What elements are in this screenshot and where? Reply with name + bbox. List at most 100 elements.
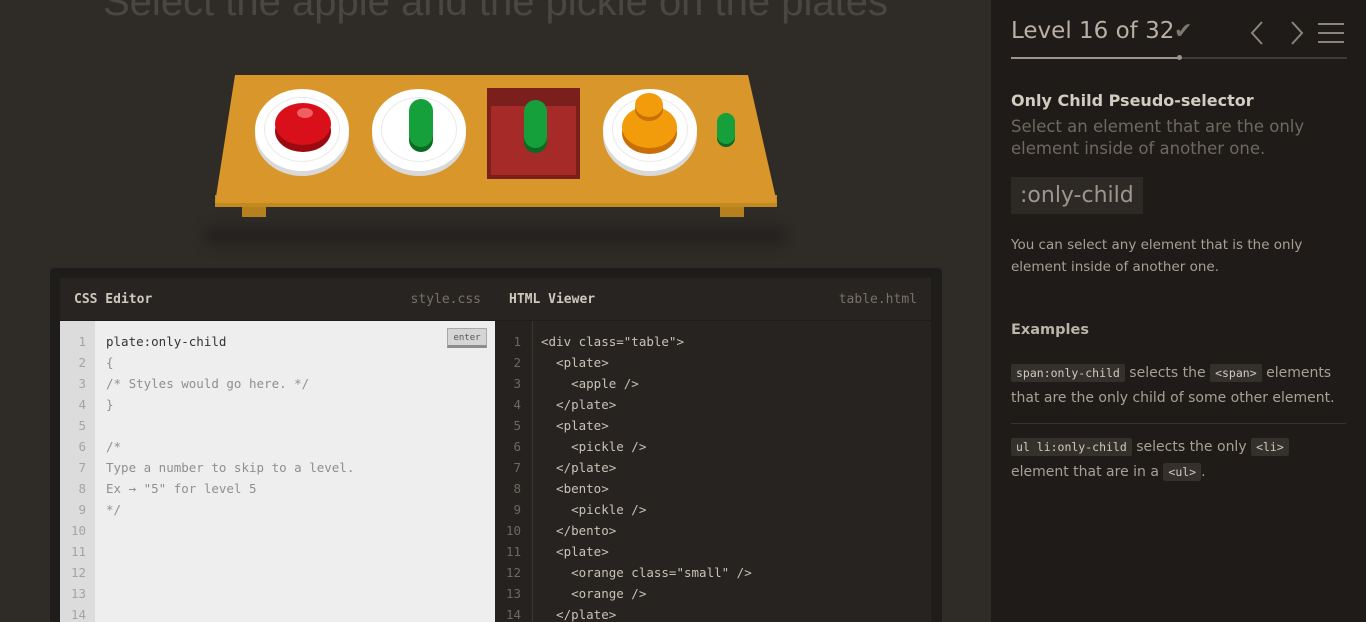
code-line: 6 <pickle /> [495, 436, 931, 457]
line-number: 13 [505, 586, 521, 601]
line-number: 9 [513, 502, 521, 517]
level-progress-track [1011, 55, 1347, 60]
code-line: 9 */ [60, 499, 495, 520]
code-line: 3 /* Styles would go here. */ [60, 373, 495, 394]
code-text: */ [106, 502, 122, 517]
code-text: <plate> [541, 355, 609, 370]
line-number: 4 [513, 397, 521, 412]
line-number: 6 [78, 439, 86, 454]
bento[interactable] [487, 88, 580, 179]
next-level-icon[interactable] [1282, 19, 1310, 47]
plate-1[interactable] [255, 89, 349, 171]
selector-description: You can select any element that is the o… [1011, 237, 1303, 275]
line-number: 14 [70, 607, 86, 622]
line-number: 4 [78, 397, 86, 412]
line-number: 2 [513, 355, 521, 370]
example-code: span:only-child [1011, 364, 1125, 382]
code-line: 3 <apple /> [495, 373, 931, 394]
code-line: 7 Type a number to skip to a level. [60, 457, 495, 478]
code-line: 2 <plate> [495, 352, 931, 373]
example-tag: <ul> [1163, 463, 1202, 481]
apple-shine [297, 108, 313, 118]
html-viewer: HTML Viewer table.html 1 <div class="tabl… [495, 278, 931, 622]
code-text: { [106, 355, 114, 370]
code-text: Type a number to skip to a level. [106, 460, 355, 475]
check-icon: ✔ [1174, 19, 1193, 44]
code-line: 6 /* [60, 436, 495, 457]
line-number: 1 [78, 334, 86, 349]
code-line: 8 <bento> [495, 478, 931, 499]
code-line: 8 Ex → "5" for level 5 [60, 478, 495, 499]
level-sidebar: Level 16 of 32 ✔ Only Child Pseudo-selec… [991, 0, 1366, 622]
line-number: 10 [70, 523, 86, 538]
code-text: </plate> [541, 607, 617, 622]
code-line: 5 [60, 415, 495, 436]
code-text: <apple /> [541, 376, 639, 391]
code-line: 4} [60, 394, 495, 415]
selector-title: Select an element that are the only elem… [1011, 117, 1305, 158]
examples-heading: Examples [1011, 322, 1089, 338]
examples-divider [1011, 423, 1346, 424]
code-text: </bento> [541, 523, 617, 538]
html-viewer-title: HTML Viewer [509, 292, 596, 307]
code-line: 9 <pickle /> [495, 499, 931, 520]
apple[interactable] [275, 103, 331, 145]
code-text: <plate> [541, 418, 609, 433]
code-line: 12 [60, 562, 495, 583]
plate-3[interactable] [603, 89, 697, 171]
code-text: </plate> [541, 397, 617, 412]
code-line: 11 [60, 541, 495, 562]
pickle[interactable] [409, 99, 433, 147]
plate-2[interactable] [372, 89, 466, 171]
code-line: 11 <plate> [495, 541, 931, 562]
pickle[interactable] [524, 100, 547, 148]
line-number: 11 [505, 544, 521, 559]
level-progress-marker [1177, 55, 1182, 60]
code-line: 5 <plate> [495, 415, 931, 436]
menu-icon[interactable] [1316, 20, 1346, 46]
css-input-area[interactable]: enter 1 plate:only-child 2{3/* Styles woul… [60, 321, 495, 622]
code-text: <plate> [541, 544, 609, 559]
code-text: <div class="table"> [541, 334, 684, 349]
css-filename: style.css [410, 292, 481, 307]
example-2: ul li:only-child selects the only <li> e… [1011, 435, 1346, 485]
line-number: 13 [70, 586, 86, 601]
level-progress-fill [1011, 57, 1179, 59]
example-tag: <li> [1251, 438, 1289, 456]
example-tag: <span> [1210, 364, 1262, 382]
html-filename: table.html [838, 292, 917, 307]
code-text: <bento> [541, 481, 609, 496]
line-number: 3 [513, 376, 521, 391]
code-text: /* Styles would go here. */ [106, 376, 310, 391]
code-text: <pickle /> [541, 502, 647, 517]
css-editor-header: CSS Editor style.css [60, 278, 495, 320]
line-number: 1 [513, 334, 521, 349]
line-number: 5 [513, 418, 521, 433]
code-line: 13 <orange /> [495, 583, 931, 604]
code-line: 7 </plate> [495, 457, 931, 478]
code-line: 10 [60, 520, 495, 541]
code-text: } [106, 397, 114, 412]
pickle-small[interactable] [717, 113, 735, 144]
code-text: <pickle /> [541, 439, 647, 454]
line-number: 7 [513, 460, 521, 475]
line-number: 8 [78, 481, 86, 496]
line-number: 9 [78, 502, 86, 517]
code-line: 14 [60, 604, 495, 622]
line-number: 11 [70, 544, 86, 559]
code-text: <orange class="small" /> [541, 565, 752, 580]
level-indicator[interactable]: Level 16 of 32 [1011, 18, 1174, 44]
code-line: 10 </bento> [495, 520, 931, 541]
line-number: 14 [505, 607, 521, 622]
previous-level-icon[interactable] [1244, 19, 1272, 47]
selector-syntax: :only-child [1011, 177, 1143, 214]
example-text: selects the [1124, 365, 1211, 381]
code-line: 4 </plate> [495, 394, 931, 415]
orange-small[interactable] [635, 93, 663, 117]
code-text: Ex → "5" for level 5 [106, 481, 257, 496]
line-number: 6 [513, 439, 521, 454]
code-line: 1 <div class="table"> [495, 331, 931, 352]
level-header: Level 16 of 32 ✔ [1011, 15, 1351, 55]
game-table [205, 75, 785, 247]
line-number: 7 [78, 460, 86, 475]
